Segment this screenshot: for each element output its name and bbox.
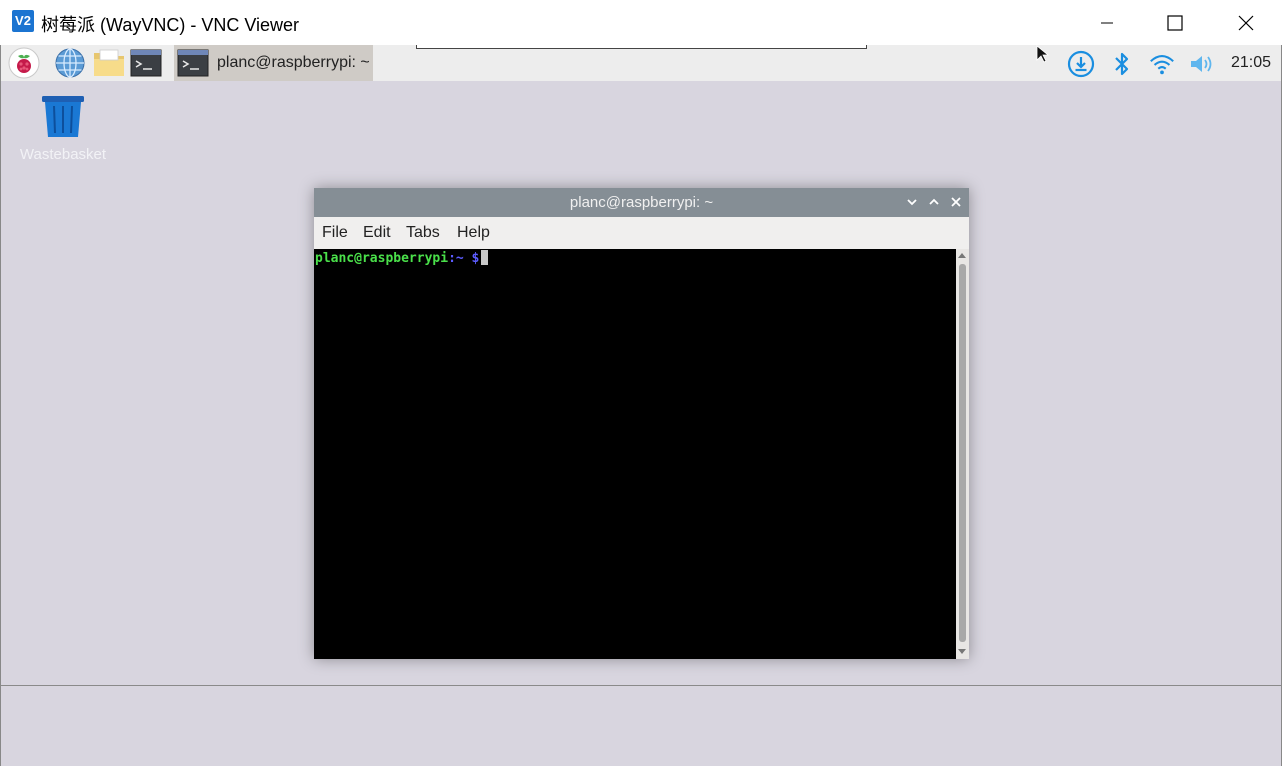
maximize-button[interactable] — [1152, 0, 1198, 45]
updates-download-button[interactable] — [1067, 50, 1095, 78]
scroll-up-arrow-icon[interactable] — [958, 253, 966, 258]
trash-icon — [42, 96, 84, 137]
terminal-icon — [177, 49, 209, 77]
taskbar: planc@raspberrypi: ~ 21:05 — [1, 45, 1281, 81]
mouse-cursor-icon — [1036, 45, 1050, 63]
close-icon — [951, 197, 961, 207]
clock[interactable]: 21:05 — [1231, 54, 1271, 72]
vnc-viewer-titlebar: V2 树莓派 (WayVNC) - VNC Viewer — [0, 0, 1282, 45]
volume-icon — [1191, 56, 1212, 72]
menu-edit[interactable]: Edit — [363, 224, 391, 242]
chevron-down-icon — [907, 199, 917, 206]
wastebasket-desktop-icon[interactable]: Wastebasket — [18, 95, 108, 163]
prompt-path: :~ $ — [448, 251, 480, 266]
raspberry-menu-icon — [8, 47, 40, 79]
close-icon — [1238, 15, 1254, 30]
file-manager-button[interactable] — [91, 48, 127, 78]
terminal-launcher-button[interactable] — [129, 48, 163, 78]
menu-tabs[interactable]: Tabs — [406, 224, 440, 242]
terminal-menubar: File Edit Tabs Help — [314, 217, 969, 249]
prompt-user-host: planc@raspberrypi — [315, 251, 449, 266]
terminal-window: planc@raspberrypi: ~ File Edit Tabs Help… — [314, 188, 969, 659]
terminal-titlebar[interactable]: planc@raspberrypi: ~ — [314, 188, 969, 217]
menu-help[interactable]: Help — [457, 224, 490, 242]
close-button[interactable] — [1223, 0, 1269, 45]
terminal-title: planc@raspberrypi: ~ — [569, 194, 714, 211]
taskbar-item-label: planc@raspberrypi: ~ — [217, 54, 370, 71]
maximize-icon — [1167, 14, 1183, 31]
terminal-maximize-button[interactable] — [927, 195, 941, 209]
terminal-icon — [130, 49, 162, 77]
wastebasket-label: Wastebasket — [19, 146, 107, 163]
volume-button[interactable] — [1188, 50, 1216, 78]
minimize-icon — [1101, 22, 1113, 23]
window-title: 树莓派 (WayVNC) - VNC Viewer — [41, 15, 300, 35]
wifi-icon — [1150, 55, 1174, 75]
web-browser-button[interactable] — [53, 48, 87, 78]
viewer-bottom-area — [1, 685, 1281, 766]
panel-widget-strip — [416, 45, 867, 49]
vnc-viewer-logo-icon: V2 — [12, 10, 34, 32]
minimize-button[interactable] — [1084, 0, 1130, 45]
wifi-button[interactable] — [1148, 50, 1176, 78]
bluetooth-button[interactable] — [1108, 50, 1136, 78]
download-icon — [1067, 50, 1095, 78]
raspberry-menu-button[interactable] — [7, 47, 41, 79]
terminal-minimize-button[interactable] — [905, 195, 919, 209]
terminal-close-button[interactable] — [949, 195, 963, 209]
terminal-scrollbar[interactable] — [956, 249, 969, 659]
taskbar-item-terminal[interactable]: planc@raspberrypi: ~ — [174, 45, 373, 81]
file-manager-icon — [94, 49, 124, 76]
menu-file[interactable]: File — [322, 224, 348, 242]
web-browser-icon — [55, 48, 85, 78]
terminal-output[interactable]: planc@raspberrypi:~ $ — [314, 249, 956, 659]
text-cursor — [481, 250, 489, 265]
bluetooth-icon — [1115, 52, 1129, 76]
chevron-up-icon — [929, 198, 939, 205]
scrollbar-thumb[interactable] — [959, 264, 966, 642]
scroll-down-arrow-icon[interactable] — [958, 649, 966, 654]
shell-prompt: planc@raspberrypi:~ $ — [315, 250, 489, 266]
